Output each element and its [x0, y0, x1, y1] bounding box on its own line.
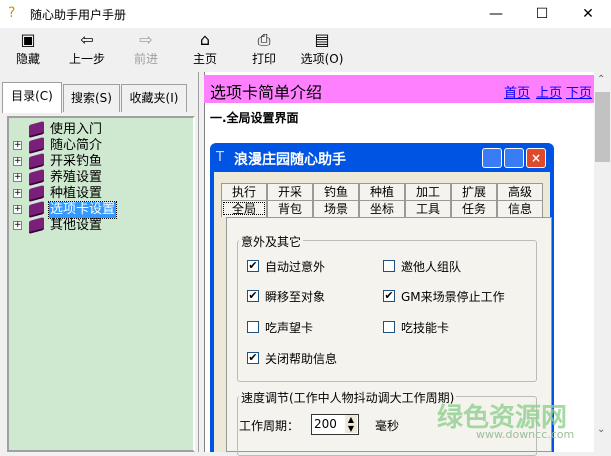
app-tab[interactable]: 开采 [267, 183, 313, 200]
app-maximize-icon [504, 148, 524, 168]
tab-contents[interactable]: 目录(C) [2, 82, 62, 113]
forward-button[interactable]: ⇨ 前进 [114, 30, 178, 70]
back-button[interactable]: ⇦ 上一步 [55, 30, 119, 70]
close-button[interactable]: ✕ [565, 0, 611, 28]
app-tab[interactable]: 执行 [221, 183, 267, 200]
next-page-link[interactable]: 下页 [566, 82, 592, 101]
checkbox-unchecked[interactable] [383, 260, 395, 272]
maximize-button[interactable]: ☐ [519, 0, 565, 28]
checkbox-unchecked[interactable] [247, 321, 259, 333]
hide-button[interactable]: ▣ 隐藏 [0, 30, 60, 70]
checkbox-unchecked[interactable] [383, 321, 395, 333]
book-icon [29, 200, 44, 219]
vertical-scrollbar[interactable]: ⌃ ⌄ [594, 72, 611, 452]
checkbox-checked[interactable]: ✔ [247, 352, 259, 364]
app-tab[interactable]: 全局 [221, 200, 267, 217]
tab-favorites[interactable]: 收藏夹(I) [121, 84, 187, 112]
app-minimize-icon [482, 148, 502, 168]
app-close-icon: × [526, 148, 546, 168]
options-icon: ▤ [314, 30, 330, 49]
app-tab[interactable]: 钓鱼 [313, 183, 359, 200]
first-page-link[interactable]: 首页 [504, 82, 530, 101]
scroll-up-icon[interactable]: ⌃ [597, 74, 605, 85]
checkbox-checked[interactable]: ✔ [247, 260, 259, 272]
group-speed-title: 速度调节(工作中人物抖动调大工作周期) [239, 389, 457, 406]
checkbox-label: 吃技能卡 [401, 321, 450, 335]
tree-item[interactable]: 使用入门 [9, 120, 189, 139]
book-icon [29, 216, 44, 235]
tree-item[interactable]: + 开采钓鱼 [9, 152, 189, 171]
window-title: 随心助手用户手册 [30, 8, 127, 22]
scroll-down-icon[interactable]: ⌄ [597, 424, 605, 435]
watermark-url: www.downcc.com [476, 428, 575, 441]
checkbox-checked[interactable]: ✔ [247, 290, 259, 302]
app-tab[interactable]: 场景 [313, 200, 359, 217]
checkbox-checked[interactable]: ✔ [383, 290, 395, 302]
book-icon [29, 184, 44, 203]
title-bar: ? 随心助手用户手册 — ☐ ✕ [0, 0, 611, 28]
expand-icon[interactable]: + [13, 221, 22, 230]
app-tab[interactable]: 坐标 [359, 200, 405, 217]
book-icon [29, 152, 44, 171]
options-button[interactable]: ▤ 选项(O) [290, 30, 354, 70]
group-misc-title: 意外及其它 [239, 233, 304, 250]
toolbar: ▣ 隐藏 ⇦ 上一步 ⇨ 前进 ⌂ 主页 ⎙ 打印 ▤ 选项(O) [0, 28, 611, 72]
app-tab[interactable]: 扩展 [451, 183, 497, 200]
app-title: 浪漫庄园随心助手 [234, 152, 346, 168]
minimize-button[interactable]: — [473, 0, 519, 28]
unit-label: 毫秒 [375, 419, 400, 433]
hide-icon: ▣ [20, 30, 36, 49]
hammer-icon: T [216, 150, 224, 165]
topic-header: 选项卡简单介绍 首页 上页 下页 [204, 75, 594, 103]
work-cycle-value[interactable]: 200 [314, 417, 337, 431]
expand-icon[interactable]: + [13, 173, 22, 182]
checkbox-label: 吃声望卡 [265, 321, 314, 335]
tree-item[interactable]: + 随心简介 [9, 136, 189, 155]
back-arrow-icon: ⇦ [80, 30, 94, 49]
book-icon [29, 120, 44, 139]
expand-icon[interactable]: + [13, 141, 22, 150]
topic-title: 选项卡简单介绍 [210, 83, 323, 102]
home-button[interactable]: ⌂ 主页 [173, 30, 237, 70]
checkbox-label: 邀他人组队 [401, 260, 462, 274]
tree-item[interactable]: + 其他设置 [9, 216, 189, 235]
app-tab[interactable]: 任务 [451, 200, 497, 217]
app-tab[interactable]: 背包 [267, 200, 313, 217]
app-tab[interactable]: 信息 [497, 200, 543, 217]
tree-item[interactable]: + 种植设置 [9, 184, 189, 203]
app-tab[interactable]: 工具 [405, 200, 451, 217]
checkbox-label: 自动过意外 [265, 260, 326, 274]
spin-arrows-icon[interactable]: ▲ ▼ [345, 415, 357, 433]
checkbox-label: GM来场景停止工作 [401, 290, 505, 304]
tree-item-selected[interactable]: + 选项卡设置 [9, 200, 189, 219]
tab-search[interactable]: 搜索(S) [63, 84, 120, 112]
book-icon [29, 136, 44, 155]
expand-icon[interactable]: + [13, 205, 22, 214]
print-button[interactable]: ⎙ 打印 [232, 30, 296, 70]
work-cycle-label: 工作周期： [239, 419, 300, 433]
forward-arrow-icon: ⇨ [139, 30, 153, 49]
checkbox-label: 关闭帮助信息 [265, 352, 338, 366]
prev-page-link[interactable]: 上页 [536, 82, 562, 101]
app-tab[interactable]: 种植 [359, 183, 405, 200]
checkbox-label: 瞬移至对象 [265, 290, 326, 304]
printer-icon: ⎙ [257, 30, 271, 49]
expand-icon[interactable]: + [13, 189, 22, 198]
help-icon: ? [8, 5, 16, 21]
app-tab[interactable]: 高级 [497, 183, 543, 200]
app-tab[interactable]: 加工 [405, 183, 451, 200]
home-icon: ⌂ [199, 30, 211, 49]
contents-tree: 使用入门 + 随心简介 + 开采钓鱼 + 养殖设置 + 种植设置 + 选项卡设置 + 其他设… [7, 116, 195, 452]
book-icon [29, 168, 44, 187]
expand-icon[interactable]: + [13, 157, 22, 166]
work-cycle-spinner[interactable]: 200 ▲ ▼ [311, 414, 359, 435]
scroll-thumb[interactable] [595, 92, 610, 162]
tree-item[interactable]: + 养殖设置 [9, 168, 189, 187]
section-heading: 一.全局设置界面 [210, 111, 299, 125]
